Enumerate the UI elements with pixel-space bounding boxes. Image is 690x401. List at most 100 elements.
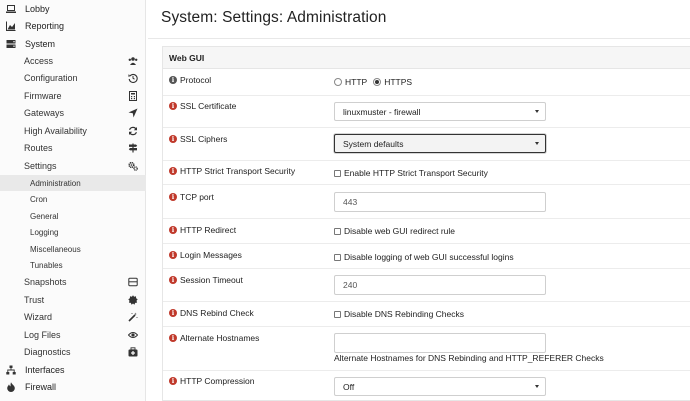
row-divider bbox=[163, 268, 690, 269]
dns-rebind-checkbox-label[interactable]: Disable DNS Rebinding Checks bbox=[344, 309, 464, 319]
http-compression-label-row: i HTTP Compression bbox=[169, 376, 254, 386]
http-compression-value: Off bbox=[343, 381, 355, 392]
info-icon[interactable]: i bbox=[169, 276, 177, 284]
sidebar-item-general[interactable]: General bbox=[0, 208, 146, 224]
protocol-label-row: i Protocol bbox=[169, 75, 211, 85]
session-timeout-label: Session Timeout bbox=[180, 275, 243, 285]
sidebar-item-diagnostics[interactable]: Diagnostics bbox=[0, 343, 146, 360]
medkit-icon bbox=[127, 346, 138, 357]
sidebar-item-reporting[interactable]: Reporting bbox=[0, 17, 146, 34]
sidebar-item-firmware[interactable]: Firmware bbox=[0, 87, 146, 104]
sidebar-item-settings[interactable]: Settings bbox=[0, 157, 146, 174]
sidebar-item-system[interactable]: System bbox=[0, 35, 146, 52]
http-radio-label: HTTP bbox=[345, 77, 368, 87]
history-icon bbox=[127, 72, 138, 83]
protocol-radio-group: HTTP HTTPS bbox=[334, 77, 412, 87]
info-icon[interactable]: i bbox=[169, 193, 177, 201]
sidebar-item-firewall[interactable]: Firewall bbox=[0, 378, 146, 395]
sidebar-item-trust[interactable]: Trust bbox=[0, 291, 146, 308]
sidebar-item-label: Reporting bbox=[25, 20, 65, 31]
dns-rebind-checkbox-row: Disable DNS Rebinding Checks bbox=[334, 309, 464, 319]
info-icon[interactable]: i bbox=[169, 377, 177, 385]
http-compression-select[interactable]: Off bbox=[334, 377, 546, 396]
sidebar-item-lobby[interactable]: Lobby bbox=[0, 0, 146, 17]
sidebar-item-label: Interfaces bbox=[25, 364, 65, 375]
login-messages-checkbox-label[interactable]: Disable logging of web GUI successful lo… bbox=[344, 252, 514, 262]
sidebar-item-configuration[interactable]: Configuration bbox=[0, 69, 146, 86]
ssl-certificate-label-row: i SSL Certificate bbox=[169, 101, 236, 111]
panel-title: Web GUI bbox=[163, 47, 690, 69]
row-divider bbox=[163, 127, 690, 128]
info-icon[interactable]: i bbox=[169, 76, 177, 84]
dns-rebind-checkbox[interactable] bbox=[334, 310, 341, 318]
sidebar-item-label: Administration bbox=[30, 178, 81, 188]
sidebar-item-access[interactable]: Access bbox=[0, 52, 146, 69]
row-divider bbox=[163, 326, 690, 327]
http-redirect-checkbox-label[interactable]: Disable web GUI redirect rule bbox=[344, 226, 455, 236]
sidebar-item-interfaces[interactable]: Interfaces bbox=[0, 361, 146, 378]
session-timeout-label-row: i Session Timeout bbox=[169, 275, 243, 285]
row-divider bbox=[163, 184, 690, 185]
dns-rebind-label-row: i DNS Rebind Check bbox=[169, 308, 254, 318]
http-radio[interactable] bbox=[334, 78, 342, 86]
login-messages-label-row: i Login Messages bbox=[169, 250, 242, 260]
page-title: System: Settings: Administration bbox=[161, 9, 387, 26]
sidebar-item-administration[interactable]: Administration bbox=[0, 175, 146, 191]
ssl-certificate-select[interactable]: linuxmuster - firewall bbox=[334, 102, 546, 121]
info-icon[interactable]: i bbox=[169, 135, 177, 143]
sidebar-item-cron[interactable]: Cron bbox=[0, 191, 146, 207]
tcp-port-input[interactable]: 443 bbox=[334, 192, 546, 212]
sitemap-icon bbox=[5, 364, 16, 375]
http-redirect-label: HTTP Redirect bbox=[180, 225, 237, 235]
caret-down-icon bbox=[535, 142, 539, 145]
tcp-port-label-row: i TCP port bbox=[169, 192, 214, 202]
ssl-certificate-label: SSL Certificate bbox=[180, 101, 237, 111]
login-messages-label: Login Messages bbox=[180, 250, 242, 260]
alt-hostnames-input[interactable] bbox=[334, 333, 546, 353]
ssl-certificate-value: linuxmuster - firewall bbox=[343, 106, 421, 117]
sidebar-item-label: Firewall bbox=[25, 381, 57, 392]
info-icon[interactable]: i bbox=[169, 251, 177, 259]
info-icon[interactable]: i bbox=[169, 167, 177, 175]
sidebar-item-high-availability[interactable]: High Availability bbox=[0, 122, 146, 139]
map-signs-icon bbox=[127, 142, 138, 153]
ssl-ciphers-select[interactable]: System defaults bbox=[334, 134, 546, 153]
info-icon[interactable]: i bbox=[169, 102, 177, 110]
cogs-icon bbox=[127, 160, 138, 171]
info-icon[interactable]: i bbox=[169, 334, 177, 342]
area-chart-icon bbox=[5, 20, 16, 31]
sidebar: Lobby Reporting System Access Configurat… bbox=[0, 0, 146, 401]
refresh-icon bbox=[127, 125, 138, 136]
caret-down-icon bbox=[535, 110, 539, 113]
sidebar-item-gateways[interactable]: Gateways bbox=[0, 104, 146, 121]
window-icon bbox=[127, 276, 138, 287]
http-compression-label: HTTP Compression bbox=[180, 376, 255, 386]
session-timeout-input[interactable]: 240 bbox=[334, 275, 546, 295]
sidebar-item-label: Tunables bbox=[30, 260, 63, 270]
https-radio[interactable] bbox=[373, 78, 382, 86]
sidebar-item-logging[interactable]: Logging bbox=[0, 224, 146, 240]
row-divider bbox=[163, 301, 690, 302]
sidebar-item-label: Logging bbox=[30, 227, 59, 237]
info-icon[interactable]: i bbox=[169, 226, 177, 234]
tcp-port-placeholder: 443 bbox=[343, 197, 358, 207]
users-icon bbox=[127, 55, 138, 66]
sidebar-item-label: Lobby bbox=[25, 3, 50, 14]
info-icon[interactable]: i bbox=[169, 309, 177, 317]
location-arrow-icon bbox=[127, 107, 138, 118]
certificate-icon bbox=[127, 294, 138, 305]
sidebar-item-log-files[interactable]: Log Files bbox=[0, 326, 146, 343]
sidebar-item-tunables[interactable]: Tunables bbox=[0, 257, 146, 273]
sidebar-item-snapshots[interactable]: Snapshots bbox=[0, 273, 146, 290]
login-messages-checkbox[interactable] bbox=[334, 253, 341, 261]
fire-icon bbox=[5, 381, 16, 392]
sidebar-item-label: Cron bbox=[30, 194, 48, 204]
sidebar-item-wizard[interactable]: Wizard bbox=[0, 308, 146, 325]
login-messages-checkbox-row: Disable logging of web GUI successful lo… bbox=[334, 252, 514, 262]
hsts-checkbox-label[interactable]: Enable HTTP Strict Transport Security bbox=[344, 168, 488, 178]
hsts-checkbox[interactable] bbox=[334, 169, 341, 177]
sidebar-item-routes[interactable]: Routes bbox=[0, 139, 146, 156]
session-timeout-placeholder: 240 bbox=[343, 280, 358, 290]
http-redirect-checkbox[interactable] bbox=[334, 227, 341, 235]
sidebar-item-miscellaneous[interactable]: Miscellaneous bbox=[0, 241, 146, 257]
